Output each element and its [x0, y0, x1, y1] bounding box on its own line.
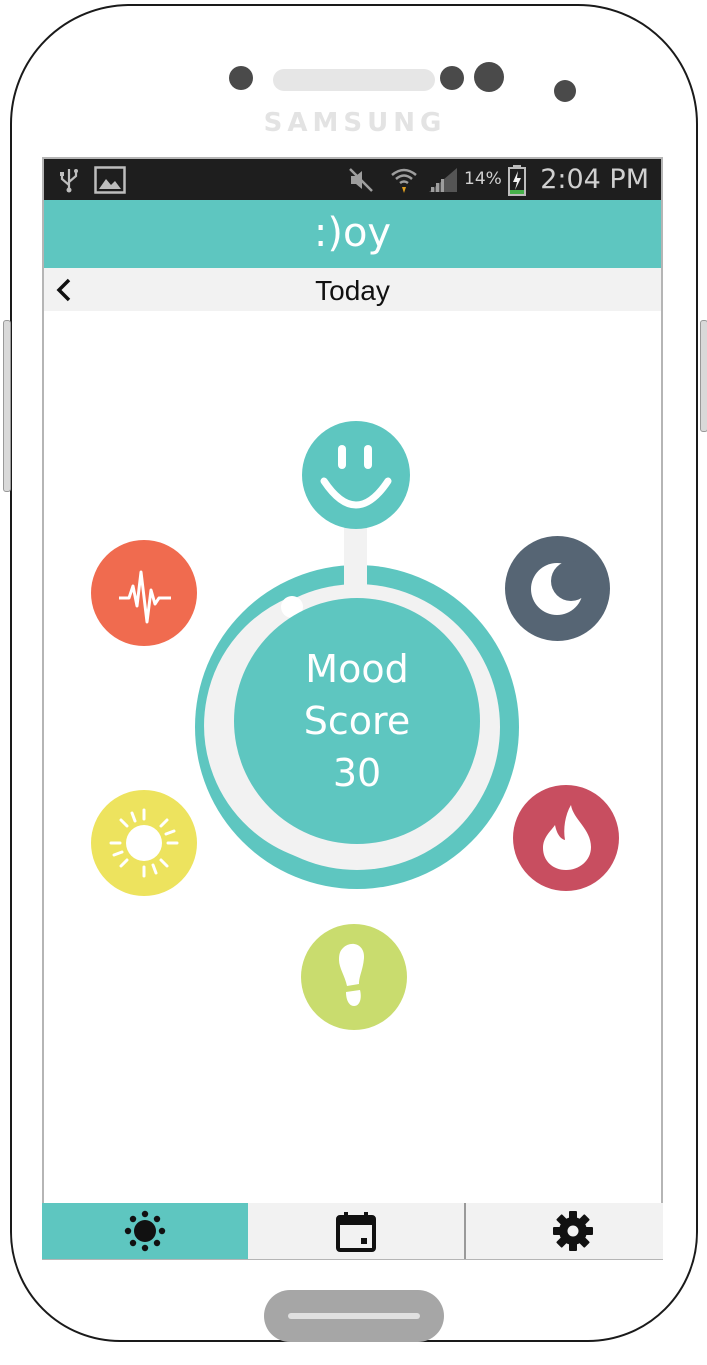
- sun-icon: [124, 1210, 166, 1252]
- tab-divider: [464, 1203, 466, 1259]
- home-button-highlight: [288, 1313, 420, 1319]
- date-navigation-bar: Today: [44, 268, 661, 311]
- smiley-icon: [320, 445, 392, 509]
- volume-key: [3, 320, 11, 492]
- power-key: [700, 320, 707, 432]
- tab-settings[interactable]: [483, 1203, 663, 1259]
- gear-icon: [553, 1211, 593, 1251]
- mood-label-line1: Mood: [305, 647, 409, 691]
- front-camera: [229, 66, 253, 90]
- battery-percent: 14%: [464, 169, 502, 189]
- usb-icon: [58, 159, 80, 200]
- mood-score-display[interactable]: Mood Score 30: [234, 598, 480, 844]
- proximity-sensor: [440, 66, 464, 90]
- image-icon: [94, 159, 126, 200]
- app-logo: :)oy: [313, 210, 392, 256]
- footprint-icon: [339, 943, 365, 1006]
- mood-score-value: 30: [332, 751, 382, 795]
- mute-icon: [347, 159, 375, 200]
- bottom-navigation: [42, 1203, 663, 1259]
- battery-charging-icon: [507, 159, 527, 200]
- sleep-category-button[interactable]: [505, 536, 610, 641]
- steps-category-button[interactable]: [301, 924, 407, 1030]
- moon-icon: [531, 561, 591, 615]
- heartbeat-icon: [119, 570, 171, 624]
- earpiece-speaker: [273, 69, 435, 91]
- page-title: Today: [315, 275, 390, 306]
- brand-logo: SAMSUNG: [263, 108, 447, 138]
- activity-category-button[interactable]: [91, 540, 197, 646]
- signal-icon: [427, 159, 459, 200]
- mood-category-button[interactable]: [302, 421, 410, 529]
- notification-led: [554, 80, 576, 102]
- calories-category-button[interactable]: [513, 785, 619, 891]
- status-time: 2:04 PM: [540, 164, 649, 195]
- app-header: :)oy: [44, 200, 661, 268]
- status-bar: 14% 2:04 PM: [44, 159, 661, 200]
- light-sensor: [474, 62, 504, 92]
- sun-icon: [109, 808, 179, 878]
- tab-today[interactable]: [42, 1203, 248, 1259]
- sun-category-button[interactable]: [91, 790, 197, 896]
- mood-label-line2: Score: [303, 699, 411, 743]
- tab-calendar[interactable]: [248, 1203, 464, 1259]
- calendar-icon: [336, 1212, 376, 1252]
- flame-icon: [543, 805, 591, 870]
- wifi-icon: [389, 159, 419, 200]
